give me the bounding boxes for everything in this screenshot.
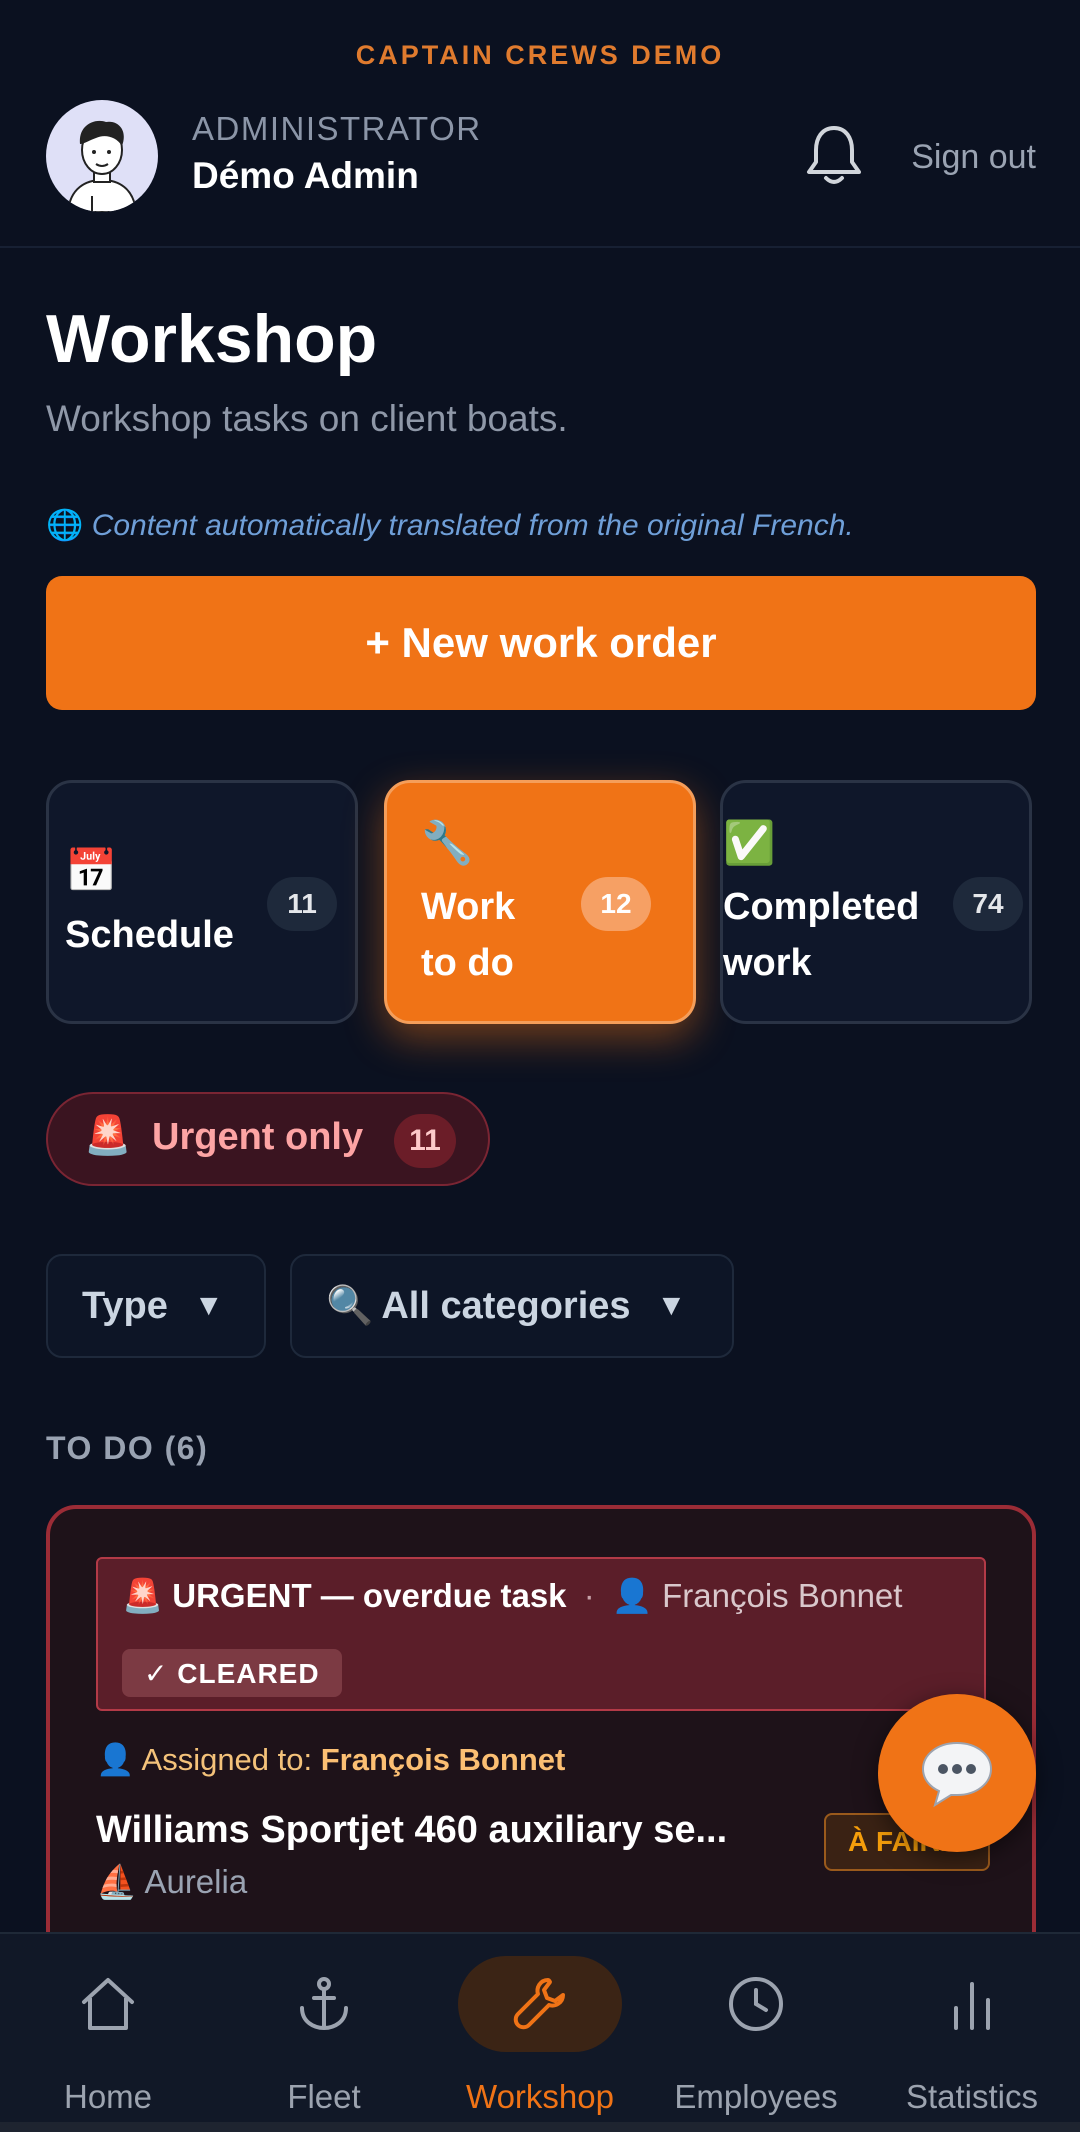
urgent-alert-box: 🚨 URGENT — overdue task · 👤 François Bon… [96,1557,986,1711]
cleared-badge: ✓ CLEARED [122,1649,342,1697]
nav-employees-label: Employees [674,2078,838,2115]
tab-work-to-do[interactable]: 🔧 Work to do 12 [384,780,696,1024]
user-name: Démo Admin [192,155,419,196]
translation-notice: 🌐 Content automatically translated from … [46,508,854,543]
check-icon: ✅ [723,819,776,866]
tab-schedule-count: 11 [267,877,337,931]
siren-icon: 🚨 [122,1577,164,1614]
translation-notice-text: Content automatically translated from th… [91,509,854,542]
nav-home-label: Home [63,2078,153,2115]
task-title[interactable]: Williams Sportjet 460 auxiliary se... [96,1809,727,1852]
section-title: TO DO (6) [46,1430,209,1466]
wrench-icon [513,1978,565,2030]
tab-schedule[interactable]: 📅 Schedule 11 [46,780,358,1024]
boat-name-text: Aurelia [144,1863,248,1900]
nav-employees[interactable]: Employees [648,1934,864,2124]
new-work-order-button[interactable]: + New work order [46,576,1036,710]
urgent-only-toggle[interactable]: 🚨 Urgent only 11 [46,1092,490,1186]
system-gesture-bar [0,2122,1080,2132]
tab-schedule-label: Schedule [65,914,234,956]
home-icon [82,1978,134,2030]
nav-workshop-label: Workshop [466,2078,614,2115]
nav-fleet-label: Fleet [287,2078,361,2115]
avatar[interactable] [46,100,158,212]
nav-workshop[interactable]: Workshop [432,1934,648,2124]
urgent-only-label: Urgent only [152,1116,364,1158]
alert-person-name: François Bonnet [662,1577,903,1614]
chevron-down-icon: ▼ [656,1289,687,1322]
bell-icon[interactable] [804,122,864,188]
sign-out-link[interactable]: Sign out [911,138,1036,177]
tab-work-to-do-label-line2: to do [421,942,514,984]
nav-fleet[interactable]: Fleet [216,1934,432,2124]
nav-statistics[interactable]: Statistics [864,1934,1080,2124]
category-filter-select[interactable]: 🔍 All categories ▼ [290,1254,734,1358]
person-icon: 👤 [611,1577,653,1614]
category-filter-label: All categories [381,1284,631,1327]
avatar-illustration-icon [66,120,138,212]
nav-home[interactable]: Home [0,1934,216,2124]
chat-bubble-icon [921,1741,993,1808]
bar-chart-icon [954,1982,990,2030]
page-subtitle: Workshop tasks on client boats. [46,398,568,439]
clock-icon [729,1977,783,2031]
tab-work-to-do-label-line1: Work [421,886,516,928]
urgent-count-badge: 11 [394,1114,456,1168]
urgent-alert-title: URGENT — overdue task [172,1577,567,1614]
calendar-icon: 📅 [65,847,118,894]
anchor-icon [300,1977,348,2031]
wrench-icon: 🔧 [421,819,474,866]
chevron-down-icon: ▼ [193,1289,224,1322]
search-icon: 🔍 [326,1285,374,1327]
globe-icon: 🌐 [46,509,84,542]
page-title: Workshop [46,301,378,377]
siren-icon: 🚨 [84,1115,132,1157]
assigned-name: François Bonnet [320,1742,566,1777]
tab-completed-label-line1: Completed [723,886,920,928]
tab-work-to-do-count: 12 [581,877,651,931]
chat-button[interactable] [878,1694,1036,1852]
assigned-prefix: Assigned to: [141,1742,321,1777]
tab-completed-label-line2: work [723,942,812,984]
boat-name: ⛵ Aurelia [96,1863,247,1902]
alert-separator: · [583,1577,595,1614]
assigned-to: 👤 Assigned to: François Bonnet [96,1741,565,1778]
tab-completed-work[interactable]: ✅ Completed work 74 [720,780,1032,1024]
type-filter-label: Type [82,1284,168,1327]
header-divider [0,246,1080,248]
user-role: ADMINISTRATOR [192,110,482,147]
type-filter-select[interactable]: Type ▼ [46,1254,266,1358]
sailboat-icon: ⛵ [96,1863,138,1900]
bottom-nav: Home Fleet Workshop Employees Statistics [0,1932,1080,2122]
header: ADMINISTRATOR Démo Admin Sign out [46,100,1036,212]
nav-statistics-label: Statistics [905,2078,1039,2115]
app-brand: CAPTAIN CREWS DEMO [355,40,725,70]
tab-completed-count: 74 [953,877,1023,931]
person-icon: 👤 [96,1742,135,1777]
